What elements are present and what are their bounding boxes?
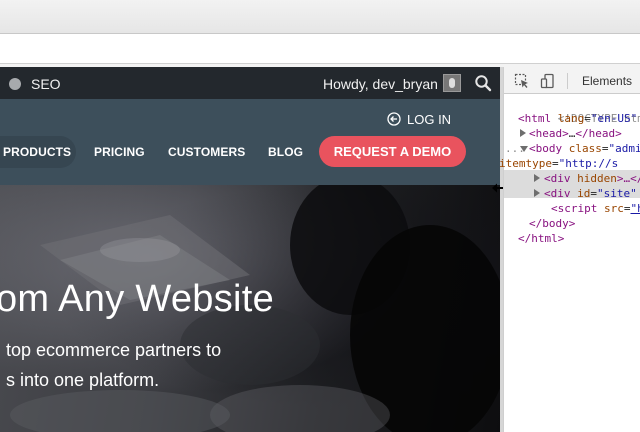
hero-subtitle-line-2: s into one platform. xyxy=(6,370,160,390)
device-mode-icon[interactable] xyxy=(540,73,556,89)
nav-item-blog[interactable]: BLOG xyxy=(268,145,303,159)
dom-node-div-hidden[interactable]: <div hidden>…</ xyxy=(544,171,640,186)
login-icon xyxy=(387,112,401,126)
wp-admin-bar: SEO Howdy, dev_bryan xyxy=(0,67,500,99)
login-label: LOG IN xyxy=(407,111,452,127)
search-icon[interactable] xyxy=(474,74,492,92)
site-header: LOG IN PRODUCTS PRICING CUSTOMERS BLOG R… xyxy=(0,99,500,185)
expand-arrow-icon[interactable] xyxy=(534,174,540,182)
tab-elements[interactable]: Elements xyxy=(574,67,640,94)
dom-node-div-site[interactable]: <div id="site" xyxy=(544,186,637,201)
hero-subtitle-line-1: top ecommerce partners to xyxy=(6,340,222,360)
dom-node-body-close[interactable]: </body> xyxy=(529,216,575,231)
request-demo-button[interactable]: REQUEST A DEMO xyxy=(319,136,466,167)
dom-node-html[interactable]: <html lang="en-US" xyxy=(518,111,637,126)
address-bar[interactable] xyxy=(0,34,640,64)
dom-node-body[interactable]: <body class="admi xyxy=(529,141,640,156)
site-dot-icon[interactable] xyxy=(9,78,21,90)
avatar[interactable] xyxy=(443,74,461,92)
login-link[interactable]: LOG IN xyxy=(387,110,451,128)
collapse-arrow-icon[interactable] xyxy=(520,146,528,152)
hero-section: om Any Website top ecommerce partners to… xyxy=(0,185,500,432)
nav-item-products[interactable]: PRODUCTS xyxy=(3,145,71,159)
dom-node-script[interactable]: <script src="ht xyxy=(551,201,640,216)
inspect-element-icon[interactable] xyxy=(514,73,530,89)
dom-node-head[interactable]: <head>…</head> xyxy=(529,126,622,141)
website-viewport: SEO Howdy, dev_bryan LOG IN PRODUCTS PRI… xyxy=(0,67,500,432)
dom-node-html-close[interactable]: </html> xyxy=(518,231,564,246)
nav-item-customers[interactable]: CUSTOMERS xyxy=(168,145,245,159)
expand-arrow-icon[interactable] xyxy=(520,129,526,137)
dom-node-body-attrs: itemtype="http://s xyxy=(499,157,619,170)
admin-bar-seo-link[interactable]: SEO xyxy=(31,76,61,92)
nav-item-pricing[interactable]: PRICING xyxy=(94,145,145,159)
devtools-toolbar: Elements xyxy=(504,67,640,94)
hero-title: om Any Website xyxy=(0,278,275,320)
toolbar-separator xyxy=(567,73,568,89)
browser-tab-strip xyxy=(0,0,640,34)
devtools-panel: Elements <!DOCTYPE html> <html lang="en-… xyxy=(499,67,640,432)
expand-arrow-icon[interactable] xyxy=(534,189,540,197)
admin-bar-greeting[interactable]: Howdy, dev_bryan xyxy=(323,76,438,92)
